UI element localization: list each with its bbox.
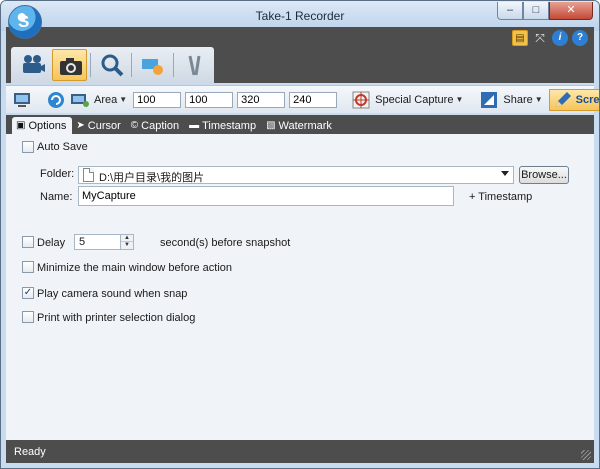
stepper-up-icon[interactable]: ▲: [121, 235, 133, 242]
print-dialog-label: Print with printer selection dialog: [37, 312, 196, 324]
photo-camera-icon: [60, 58, 83, 75]
share-dropdown-icon[interactable]: ▼: [535, 95, 543, 104]
delay-value: 5: [79, 236, 86, 248]
mode-separator: [89, 53, 91, 77]
tab-options-label: Options: [28, 119, 67, 132]
share-icon[interactable]: [479, 90, 499, 110]
tools-icon: [188, 55, 201, 76]
area-label[interactable]: Area: [94, 94, 117, 106]
watermark-icon: ▧: [266, 120, 276, 131]
resize-grip-icon[interactable]: [581, 450, 591, 460]
pencil-icon: [555, 91, 571, 107]
options-panel: Auto Save Folder: D:\用户目录\我的图片 Browse...…: [6, 134, 594, 440]
special-capture-label[interactable]: Special Capture: [375, 94, 453, 106]
minimize-button[interactable]: –: [497, 2, 523, 20]
tab-options[interactable]: ▣ Options: [12, 117, 73, 134]
capture-toolbar: Area ▼ Special Capture ▼ Share ▼ Scre: [6, 85, 599, 113]
delay-suffix: second(s) before snapshot: [160, 237, 291, 249]
mode-separator: [131, 53, 133, 77]
name-input[interactable]: [78, 186, 454, 206]
special-capture-dropdown-icon[interactable]: ▼: [455, 95, 463, 104]
photo-camera-mode-button[interactable]: [52, 49, 87, 81]
print-dialog-checkbox[interactable]: [22, 311, 34, 323]
fit-screen-icon[interactable]: ⤧: [532, 30, 548, 46]
camera-sound-label: Play camera sound when snap: [37, 288, 188, 300]
stepper-buttons: ▲ ▼: [120, 235, 133, 249]
help-icon[interactable]: ?: [572, 30, 588, 46]
area-dropdown-icon[interactable]: ▼: [119, 95, 127, 104]
tab-timestamp[interactable]: ▬ Timestamp: [185, 117, 262, 134]
caption-icon: ©: [130, 120, 139, 131]
video-camera-mode-button[interactable]: [15, 49, 49, 81]
tab-watermark[interactable]: ▧ Watermark: [262, 117, 338, 134]
option-tabs: ▣ Options ➤ Cursor © Caption ▬ Timestamp…: [6, 115, 594, 134]
mode-selector: [11, 47, 214, 83]
info-icon[interactable]: i: [552, 30, 568, 46]
tab-caption-label: Caption: [141, 119, 180, 132]
tab-watermark-label: Watermark: [278, 119, 332, 132]
folder-value: D:\用户目录\我的图片: [99, 172, 205, 184]
tab-cursor[interactable]: ➤ Cursor: [72, 117, 126, 134]
area-icon[interactable]: [70, 90, 90, 110]
layout-icon[interactable]: ▤: [512, 30, 528, 46]
camera-sound-checkbox[interactable]: ✓: [22, 287, 34, 299]
minimize-window-checkbox[interactable]: [22, 261, 34, 273]
screen-capture-button[interactable]: Scre: [548, 88, 600, 111]
video-camera-icon: [23, 55, 45, 73]
zoom-icon: [101, 54, 124, 77]
status-bar: Ready: [6, 440, 594, 463]
close-button[interactable]: ✕: [549, 2, 593, 20]
ribbon: ▤ ⤧ i ?: [6, 27, 594, 83]
cursor-icon: ➤: [76, 120, 85, 131]
app-window: Take-1 Recorder – □ ✕ S ▤ ⤧ i ? Area ▼ 1…: [0, 0, 600, 469]
add-timestamp-link[interactable]: + Timestamp: [469, 191, 532, 203]
stepper-down-icon[interactable]: ▼: [121, 242, 133, 249]
area-x-input[interactable]: [133, 91, 182, 108]
share-label[interactable]: Share: [503, 94, 532, 106]
area-height-input[interactable]: [289, 91, 338, 108]
timestamp-icon: ▬: [189, 120, 200, 131]
tools-mode-button[interactable]: [177, 49, 211, 81]
highlight-icon: [142, 59, 164, 75]
app-logo-icon[interactable]: S: [8, 5, 42, 39]
maximize-button[interactable]: □: [523, 2, 549, 20]
monitor-icon[interactable]: [12, 90, 32, 110]
screen-label: Scre: [575, 93, 600, 106]
options-icon: ▣: [16, 120, 26, 131]
delay-checkbox[interactable]: [22, 236, 34, 248]
area-y-input[interactable]: [185, 91, 234, 108]
tab-cursor-label: Cursor: [87, 119, 121, 132]
file-icon: [83, 168, 94, 182]
name-label: Name:: [40, 191, 73, 203]
delay-label: Delay: [37, 237, 66, 249]
minimize-window-label: Minimize the main window before action: [37, 262, 233, 274]
window-controls: – □ ✕: [497, 2, 593, 20]
zoom-mode-button[interactable]: [94, 49, 128, 81]
folder-select[interactable]: D:\用户目录\我的图片: [78, 166, 514, 184]
refresh-icon[interactable]: [46, 90, 66, 110]
status-text: Ready: [14, 446, 46, 458]
mode-separator: [172, 53, 174, 77]
area-width-input[interactable]: [237, 91, 286, 108]
ribbon-tools: ▤ ⤧ i ?: [512, 30, 588, 46]
auto-save-label: Auto Save: [37, 141, 88, 153]
folder-label: Folder:: [40, 168, 75, 180]
tab-timestamp-label: Timestamp: [202, 119, 257, 132]
browse-button[interactable]: Browse...: [519, 166, 569, 184]
tab-caption[interactable]: © Caption: [127, 117, 185, 134]
crosshair-icon[interactable]: [351, 90, 371, 110]
auto-save-checkbox[interactable]: [22, 141, 34, 153]
chevron-down-icon: [501, 171, 509, 176]
delay-stepper[interactable]: 5 ▲ ▼: [74, 234, 134, 250]
highlight-mode-button[interactable]: [135, 49, 169, 81]
